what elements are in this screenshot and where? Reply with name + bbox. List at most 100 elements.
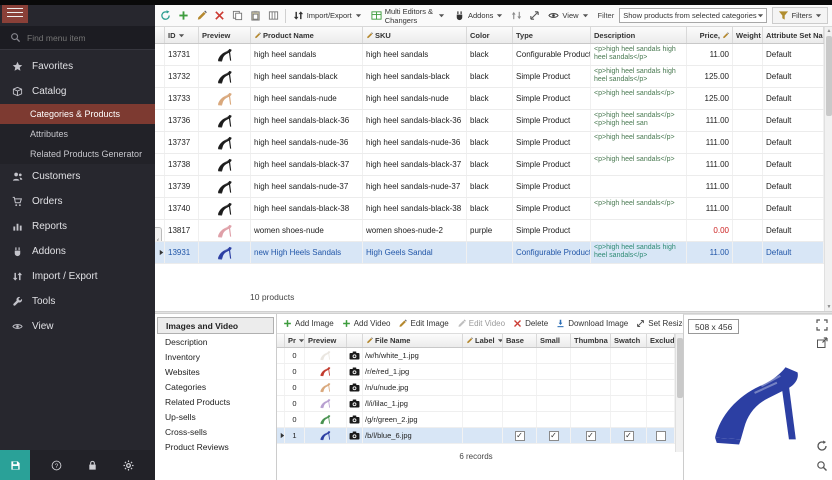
scroll-up-icon[interactable]: ▲ [825, 27, 832, 35]
checkbox[interactable]: ✓ [624, 431, 634, 441]
column-header-type[interactable]: Type [513, 27, 591, 43]
media-column-header-swatch[interactable]: Swatch [611, 334, 647, 347]
product-row-13931[interactable]: 13931new High Heels SandalsHigh Geels Sa… [155, 242, 824, 264]
sidebar-search-input[interactable] [27, 33, 137, 43]
product-row-13731[interactable]: 13731high heel sandalshigh heel sandalsb… [155, 44, 824, 66]
sidebar-item-tools[interactable]: Tools [0, 289, 155, 314]
sidebar-item-catalog[interactable]: Catalog [0, 79, 155, 104]
tab-up-sells[interactable]: Up-sells [157, 409, 274, 424]
refresh-button[interactable] [159, 9, 172, 22]
sidebar-item-import-export[interactable]: Import / Export [0, 264, 155, 289]
tab-inventory[interactable]: Inventory [157, 349, 274, 364]
media-row[interactable]: 0/g/r/green_2.jpg [277, 412, 675, 428]
columns-button[interactable] [267, 9, 280, 22]
expand-icon[interactable] [816, 319, 828, 333]
lock-icon[interactable] [87, 460, 98, 471]
column-header-preview[interactable]: Preview [199, 27, 251, 43]
category-filter-select[interactable]: Show products from selected categories [619, 8, 766, 23]
rotate-icon[interactable] [816, 440, 828, 454]
edit-video-button[interactable]: Edit Video [457, 319, 505, 328]
tab-websites[interactable]: Websites [157, 364, 274, 379]
products-scrollbar[interactable]: ▲ ▼ [824, 27, 832, 311]
sidebar-bottom-bar: ? [0, 450, 155, 480]
help-icon[interactable]: ? [51, 460, 62, 471]
checkbox[interactable]: ✓ [586, 431, 596, 441]
media-column-header-thumbna[interactable]: Thumbna [571, 334, 611, 347]
tab-images-and-video[interactable]: Images and Video [157, 317, 274, 334]
media-row[interactable]: 0/w/h/white_1.jpg [277, 348, 675, 364]
product-row-13740[interactable]: 13740high heel sandals-black-38high heel… [155, 198, 824, 220]
checkbox[interactable]: ✓ [515, 431, 525, 441]
download-image-button[interactable]: Download Image [556, 319, 628, 328]
column-header-id[interactable]: ID [165, 27, 199, 43]
media-column-header-base[interactable]: Base [503, 334, 537, 347]
media-scrollbar[interactable] [675, 334, 683, 452]
media-column-header-file-name[interactable]: File Name [363, 334, 463, 347]
column-header-sku[interactable]: SKU [363, 27, 467, 43]
sidebar-item-orders[interactable]: Orders [0, 189, 155, 214]
import-export-menu[interactable]: Import/Export [291, 9, 364, 22]
tab-categories[interactable]: Categories [157, 379, 274, 394]
multi-editors-menu[interactable]: Multi Editors & Changers [369, 6, 447, 26]
sidebar-item-addons[interactable]: Addons [0, 239, 155, 264]
tab-related-products[interactable]: Related Products [157, 394, 274, 409]
column-header-description[interactable]: Description [591, 27, 687, 43]
sidebar-item-reports[interactable]: Reports [0, 214, 155, 239]
media-column-header-label[interactable]: Label [463, 334, 503, 347]
paste-button[interactable] [249, 9, 262, 22]
resize-columns-button[interactable] [528, 9, 541, 22]
gear-icon[interactable] [123, 460, 134, 471]
scroll-down-icon[interactable]: ▼ [825, 303, 832, 311]
product-row-13737[interactable]: 13737high heel sandals-nude-36high heel … [155, 132, 824, 154]
product-row-13739[interactable]: 13739high heel sandals-nude-37high heel … [155, 176, 824, 198]
edit-button[interactable] [195, 9, 208, 22]
media-row[interactable]: 1/b/l/blue_6.jpg✓✓✓✓ [277, 428, 675, 444]
add-product-button[interactable] [177, 9, 190, 22]
product-row-13738[interactable]: 13738high heel sandals-black-37high heel… [155, 154, 824, 176]
media-column-header-exclude[interactable]: Exclude [647, 334, 675, 347]
tab-product-reviews[interactable]: Product Reviews [157, 439, 274, 454]
product-row-13817[interactable]: 13817women shoes-nudewomen shoes-nude-2p… [155, 220, 824, 242]
view-menu[interactable]: View [546, 9, 590, 22]
delete-button[interactable]: Delete [513, 319, 548, 328]
column-header-product-name[interactable]: Product Name [251, 27, 363, 43]
product-row-13732[interactable]: 13732high heel sandals-blackhigh heel sa… [155, 66, 824, 88]
tab-description[interactable]: Description [157, 334, 274, 349]
external-link-icon[interactable] [816, 337, 828, 351]
sidebar-item-favorites[interactable]: Favorites [0, 54, 155, 79]
checkbox[interactable]: ✓ [549, 431, 559, 441]
product-row-13733[interactable]: 13733high heel sandals-nudehigh heel san… [155, 88, 824, 110]
media-column-header-preview[interactable]: Preview [305, 334, 347, 347]
grid-cell: 0 [285, 396, 305, 411]
hamburger-menu-button[interactable] [2, 2, 28, 23]
tab-cross-sells[interactable]: Cross-sells [157, 424, 274, 439]
sidebar-item-view[interactable]: View [0, 314, 155, 339]
scrollbar-thumb[interactable] [826, 36, 832, 116]
add-image-button[interactable]: Add Image [283, 319, 334, 328]
column-header-color[interactable]: Color [467, 27, 513, 43]
plug-icon [454, 10, 465, 21]
media-row[interactable]: 0/l/i/lilac_1.jpg [277, 396, 675, 412]
column-header-price-[interactable]: Price, [687, 27, 733, 43]
edit-image-button[interactable]: Edit Image [398, 319, 448, 328]
save-button[interactable] [0, 450, 30, 480]
media-column-header-pr[interactable]: Pr [285, 334, 305, 347]
copy-button[interactable] [231, 9, 244, 22]
checkbox[interactable] [656, 431, 666, 441]
column-header-weight[interactable]: Weight [733, 27, 763, 43]
add-video-button[interactable]: Add Video [342, 319, 391, 328]
addons-menu[interactable]: Addons [452, 9, 505, 22]
filters-button[interactable]: Filters [772, 7, 828, 24]
sidebar-item-attributes[interactable]: Attributes [0, 124, 155, 144]
zoom-icon[interactable] [816, 460, 828, 474]
sidebar-item-categories-products[interactable]: Categories & Products [0, 104, 155, 124]
product-row-13736[interactable]: 13736high heel sandals-black-36high heel… [155, 110, 824, 132]
column-header-attribute-set-name[interactable]: Attribute Set Name [763, 27, 824, 43]
sidebar-item-customers[interactable]: Customers [0, 164, 155, 189]
delete-button[interactable] [213, 9, 226, 22]
sort-button[interactable] [510, 9, 523, 22]
media-row[interactable]: 0/r/e/red_1.jpg [277, 364, 675, 380]
sidebar-item-related-products-generator[interactable]: Related Products Generator [0, 144, 155, 164]
media-row[interactable]: 0/n/u/nude.jpg [277, 380, 675, 396]
media-column-header-small[interactable]: Small [537, 334, 571, 347]
